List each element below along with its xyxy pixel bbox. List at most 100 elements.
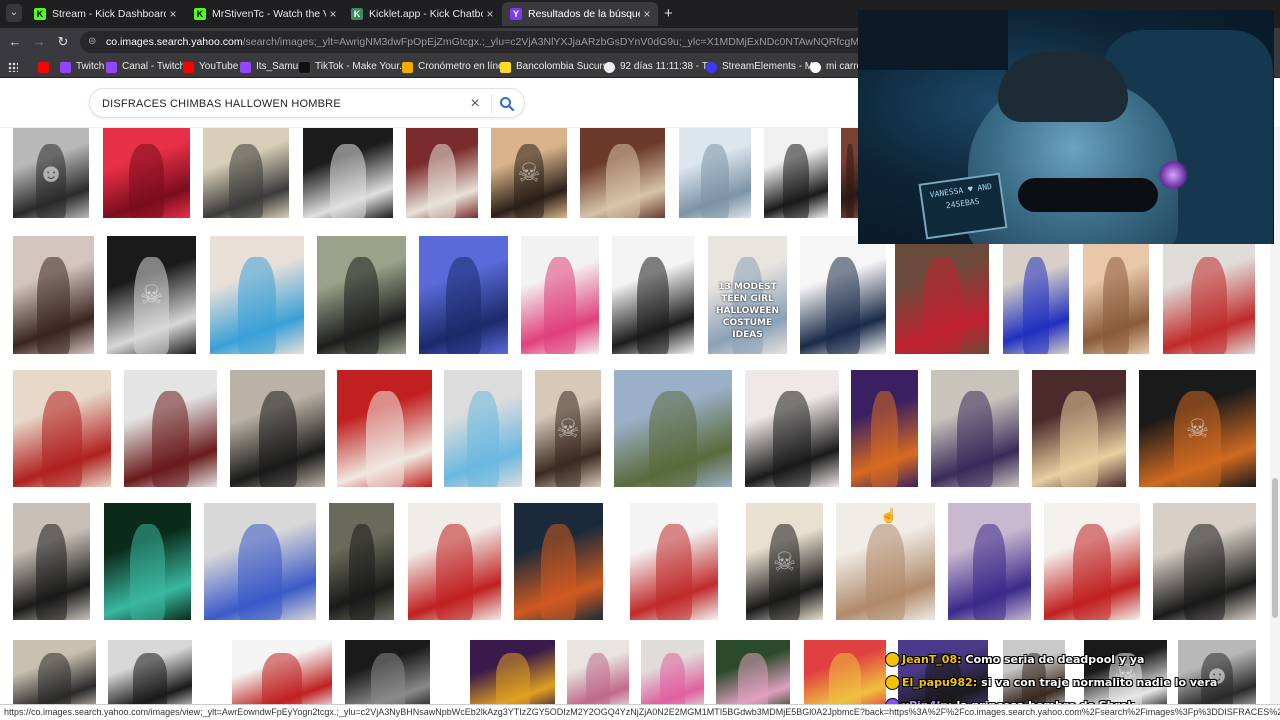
image-result-thumbnail[interactable] — [641, 640, 704, 704]
image-result-thumbnail[interactable] — [841, 128, 859, 218]
image-result-thumbnail[interactable]: ☠ — [107, 236, 196, 354]
image-result-thumbnail[interactable] — [124, 370, 217, 487]
close-icon[interactable]: × — [166, 7, 180, 21]
image-result-thumbnail[interactable] — [612, 236, 694, 354]
image-result-thumbnail[interactable] — [851, 370, 918, 487]
bookmark-bancolombia[interactable]: Bancolombia Sucurs... — [500, 59, 616, 75]
image-result-thumbnail[interactable] — [804, 640, 886, 704]
image-result-thumbnail[interactable] — [13, 370, 111, 487]
image-result-thumbnail[interactable] — [1044, 503, 1140, 620]
reload-icon[interactable]: ↻ — [54, 33, 72, 51]
tab-kick-vod[interactable]: K MrStivenTc - Watch the VOD on Kick × — [186, 2, 344, 26]
thumbnail-figure — [37, 257, 70, 354]
image-result-thumbnail[interactable] — [303, 128, 393, 218]
image-result-thumbnail[interactable] — [232, 640, 332, 704]
image-result-thumbnail[interactable] — [1083, 236, 1149, 354]
search-icon[interactable] — [498, 95, 516, 113]
scrollbar-thumb[interactable] — [1272, 478, 1278, 618]
bookmark-mi-carro[interactable]: mi carro — [810, 59, 862, 75]
thumbnail-figure — [36, 524, 67, 620]
image-result-thumbnail[interactable] — [317, 236, 406, 354]
image-result-thumbnail[interactable] — [745, 370, 839, 487]
thumbnail-figure — [783, 144, 809, 218]
image-result-thumbnail[interactable] — [408, 503, 501, 620]
image-result-thumbnail[interactable] — [470, 640, 555, 704]
image-result-thumbnail[interactable] — [204, 503, 316, 620]
image-result-thumbnail[interactable]: ☻ — [13, 128, 89, 218]
image-result-thumbnail[interactable] — [567, 640, 629, 704]
bookmark-youtube[interactable]: YouTube — [183, 59, 238, 75]
bookmark-its-samur[interactable]: Its_SamuR — [240, 59, 305, 75]
thumbnail-figure — [659, 652, 686, 704]
bookmark-92-dias[interactable]: 92 días 11:11:38 - T... — [604, 59, 715, 75]
image-result-thumbnail[interactable] — [104, 503, 191, 620]
bookmark-streamelements[interactable]: StreamElements - M... — [706, 59, 821, 75]
thumbnail-figure — [427, 144, 457, 218]
image-result-thumbnail[interactable]: ☠ — [535, 370, 601, 487]
image-result-thumbnail[interactable] — [630, 503, 718, 620]
image-result-thumbnail[interactable] — [895, 236, 989, 354]
address-bar[interactable]: ⊜ co.images.search.yahoo.com/search/imag… — [80, 31, 870, 53]
image-result-thumbnail[interactable] — [1003, 236, 1069, 354]
bookmark-tiktok[interactable]: TikTok - Make Your... — [299, 59, 407, 75]
image-result-thumbnail[interactable] — [406, 128, 478, 218]
chat-text: Como seria de deadpool y ya — [965, 652, 1145, 666]
close-icon[interactable]: × — [326, 7, 340, 21]
search-input[interactable]: DISFRACES CHIMBAS HALLOWEN HOMBRE × — [89, 88, 525, 118]
bookmark-twitch[interactable]: Twitch — [60, 59, 104, 75]
thumbnail-figure — [37, 652, 72, 704]
image-result-thumbnail[interactable] — [230, 370, 325, 487]
apps-grid-icon[interactable] — [8, 59, 18, 75]
image-result-thumbnail[interactable] — [13, 236, 94, 354]
thumbnail-figure — [262, 652, 302, 704]
site-info-icon[interactable]: ⊜ — [88, 36, 100, 48]
image-result-thumbnail[interactable] — [419, 236, 508, 354]
image-result-thumbnail[interactable] — [103, 128, 190, 218]
image-result-thumbnail[interactable] — [716, 640, 790, 704]
tab-kicklet[interactable]: K Kicklet.app - Kick Chatbot and Tools × — [343, 2, 501, 26]
image-result-thumbnail[interactable] — [203, 128, 289, 218]
image-result-thumbnail[interactable] — [13, 640, 96, 704]
image-result-thumbnail[interactable] — [444, 370, 522, 487]
image-result-thumbnail[interactable] — [1163, 236, 1255, 354]
thumbnail-figure — [129, 144, 164, 218]
thumbnail-figure — [495, 652, 530, 704]
image-result-thumbnail[interactable] — [931, 370, 1019, 487]
forward-arrow-icon[interactable]: → — [30, 33, 48, 51]
image-result-thumbnail[interactable] — [800, 236, 886, 354]
image-result-thumbnail[interactable] — [13, 503, 90, 620]
close-icon[interactable]: × — [640, 7, 654, 21]
image-result-thumbnail[interactable]: 13 MODEST TEEN GIRL HALLOWEEN COSTUME ID… — [708, 236, 787, 354]
thumbnail-figure — [1022, 257, 1050, 354]
webcam-streamer-hair — [998, 52, 1128, 122]
image-result-thumbnail[interactable] — [1153, 503, 1256, 620]
tab-yahoo-images[interactable]: Y Resultados de la búsqueda de imágenes … — [502, 2, 658, 26]
image-result-thumbnail[interactable] — [948, 503, 1031, 620]
image-result-thumbnail[interactable] — [329, 503, 394, 620]
image-result-thumbnail[interactable] — [580, 128, 665, 218]
new-tab-button[interactable]: + — [664, 5, 673, 22]
image-result-thumbnail[interactable] — [108, 640, 192, 704]
image-result-thumbnail[interactable] — [679, 128, 751, 218]
image-result-thumbnail[interactable]: ☠ — [746, 503, 823, 620]
back-arrow-icon[interactable]: ← — [6, 33, 24, 51]
image-result-thumbnail[interactable] — [345, 640, 430, 704]
search-query-text[interactable]: DISFRACES CHIMBAS HALLOWEN HOMBRE — [102, 89, 341, 119]
image-result-thumbnail[interactable]: ☠ — [491, 128, 567, 218]
image-result-thumbnail[interactable] — [764, 128, 828, 218]
chat-username: El_papu982: — [902, 675, 978, 689]
image-result-thumbnail[interactable]: ☠ — [1139, 370, 1256, 487]
image-result-thumbnail[interactable] — [521, 236, 599, 354]
close-icon[interactable]: × — [483, 7, 497, 21]
image-result-thumbnail[interactable] — [337, 370, 432, 487]
image-result-thumbnail[interactable] — [614, 370, 732, 487]
close-icon[interactable]: × — [466, 95, 484, 113]
bookmark-canal-twitch[interactable]: Canal - Twitch — [106, 59, 185, 75]
bookmark-cronometro[interactable]: Cronómetro en línea — [402, 59, 509, 75]
tab-kick-dashboard[interactable]: K Stream - Kick Dashboard × — [26, 2, 184, 26]
image-result-thumbnail[interactable] — [210, 236, 304, 354]
image-result-thumbnail[interactable] — [1032, 370, 1126, 487]
bookmark-youtube-red[interactable] — [38, 59, 54, 75]
image-result-thumbnail[interactable] — [514, 503, 603, 620]
chevron-down-icon[interactable]: ⌄ — [6, 4, 22, 22]
